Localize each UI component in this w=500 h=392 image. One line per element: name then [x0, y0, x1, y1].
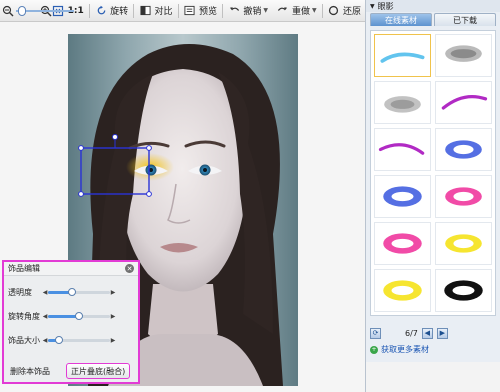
zoom-slider[interactable] [16, 5, 74, 17]
size-label: 饰品大小 [8, 335, 40, 345]
prev-page-button[interactable]: ◀ [421, 327, 433, 339]
rotation-row: 旋转角度 ◀ ▶ [8, 310, 138, 322]
size-slider[interactable]: ◀ ▶ [42, 335, 116, 345]
arrow-right-icon[interactable]: ▶ [110, 289, 116, 296]
material-thumbnail[interactable] [435, 34, 492, 77]
canvas-area[interactable]: 饰品编辑 ✕ 透明度 ◀ ▶ 旋转角度 ◀ ▶ 饰品大小 ◀ ▶ 删除本饰品 正… [0, 22, 365, 392]
material-thumbnail[interactable] [374, 269, 431, 312]
category-title: 眼影 [377, 1, 394, 11]
material-thumbnail[interactable] [435, 81, 492, 124]
plus-icon: + [370, 345, 378, 354]
get-more-label: 获取更多素材 [381, 345, 429, 354]
material-thumbnail[interactable] [374, 175, 431, 218]
tab-downloaded[interactable]: 已下载 [434, 13, 496, 26]
restore-button[interactable]: 还原 [323, 2, 365, 20]
material-tabs: 在线素材 已下载 [366, 12, 500, 26]
size-slider-thumb[interactable] [55, 335, 64, 344]
restore-icon [327, 4, 341, 18]
tab-online-materials[interactable]: 在线素材 [370, 13, 432, 26]
material-thumbnail[interactable] [435, 175, 492, 218]
photo-editor-app: 1:1 旋转 对比 预览 撤销 ▼ 重做 ▼ 还原 饰品编辑 ✕ 透明度 ◀ ▶… [0, 0, 500, 392]
redo-icon [276, 4, 290, 18]
arrow-right-icon[interactable]: ▶ [110, 337, 116, 344]
redo-button[interactable]: 重做 ▼ [272, 2, 321, 20]
material-thumbnail[interactable] [435, 128, 492, 171]
material-thumbnail[interactable] [374, 128, 431, 171]
preview-button[interactable]: 预览 [179, 2, 221, 20]
edit-panel-header: 饰品编辑 ✕ [4, 262, 138, 276]
material-pager: ⟳ 6/7 ◀ ▶ [370, 326, 496, 340]
get-more-link[interactable]: + 获取更多素材 [370, 344, 429, 355]
material-thumbnail[interactable] [374, 34, 431, 77]
opacity-slider[interactable]: ◀ ▶ [42, 287, 116, 297]
accessory-edit-panel: 饰品编辑 ✕ 透明度 ◀ ▶ 旋转角度 ◀ ▶ 饰品大小 ◀ ▶ 删除本饰品 正… [2, 260, 140, 384]
compare-icon [139, 4, 153, 18]
undo-dropdown-icon[interactable]: ▼ [263, 7, 268, 14]
rotate-button[interactable]: 旋转 [90, 2, 132, 20]
redo-label: 重做 [291, 7, 310, 17]
panel-footer [366, 362, 500, 392]
close-icon[interactable]: ✕ [125, 264, 134, 273]
material-thumbnail[interactable] [374, 81, 431, 124]
rotate-label: 旋转 [110, 7, 129, 17]
edit-panel-title: 饰品编辑 [8, 264, 40, 273]
compare-button[interactable]: 对比 [135, 2, 177, 20]
size-row: 饰品大小 ◀ ▶ [8, 334, 138, 346]
opacity-slider-thumb[interactable] [67, 287, 76, 296]
next-page-button[interactable]: ▶ [436, 327, 448, 339]
zoom-out-icon[interactable] [2, 4, 14, 18]
page-indicator: 6/7 [405, 328, 418, 338]
material-panel-header[interactable]: ▼ 眼影 [366, 0, 500, 12]
compare-label: 对比 [154, 7, 173, 17]
material-thumbnail[interactable] [374, 222, 431, 265]
material-thumbnail[interactable] [435, 269, 492, 312]
collapse-arrow-icon[interactable]: ▼ [370, 3, 375, 10]
refresh-icon[interactable]: ⟳ [370, 327, 381, 339]
toolbar: 1:1 旋转 对比 预览 撤销 ▼ 重做 ▼ 还原 [0, 0, 365, 22]
rotation-slider[interactable]: ◀ ▶ [42, 311, 116, 321]
arrow-right-icon[interactable]: ▶ [110, 313, 116, 320]
rotation-slider-thumb[interactable] [75, 311, 83, 320]
undo-button[interactable]: 撤销 ▼ [223, 2, 272, 20]
material-grid [370, 30, 496, 316]
delete-accessory-button[interactable]: 删除本饰品 [10, 366, 50, 377]
preview-icon [183, 4, 197, 18]
opacity-label: 透明度 [8, 287, 32, 297]
material-thumbnail[interactable] [435, 222, 492, 265]
multiply-blend-button[interactable]: 正片叠底(融合) [66, 363, 131, 379]
rotate-icon [94, 4, 108, 18]
redo-dropdown-icon[interactable]: ▼ [312, 7, 317, 14]
undo-label: 撤销 [243, 7, 262, 17]
preview-label: 预览 [198, 7, 217, 17]
restore-label: 还原 [342, 7, 361, 17]
undo-icon [227, 4, 241, 18]
opacity-row: 透明度 ◀ ▶ [8, 286, 138, 298]
material-panel: ▼ 眼影 在线素材 已下载 ⟳ 6/7 ◀ ▶ + 获取更多素材 [365, 0, 500, 392]
zoom-slider-knob[interactable] [18, 5, 26, 16]
rotation-label: 旋转角度 [8, 311, 40, 321]
multiply-blend-label: 正片叠底(融合) [71, 366, 126, 376]
